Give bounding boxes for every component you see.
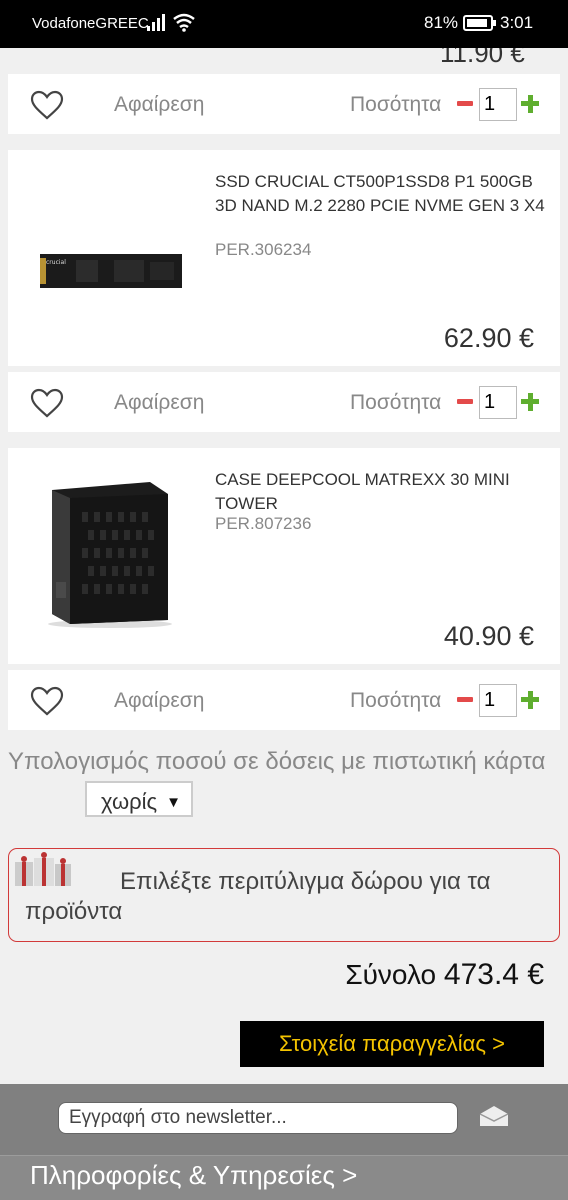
product-title[interactable]: CASE DEEPCOOL MATREXX 30 MINI TOWER bbox=[215, 468, 555, 516]
quantity-input[interactable] bbox=[479, 386, 517, 419]
remove-button[interactable]: Αφαίρεση bbox=[114, 391, 204, 415]
cart-item-actions: Αφαίρεση Ποσότητα bbox=[8, 670, 560, 730]
remove-button[interactable]: Αφαίρεση bbox=[114, 689, 204, 713]
plus-icon[interactable] bbox=[521, 691, 539, 709]
info-services-label: Πληροφορίες & Υπηρεσίες > bbox=[30, 1160, 358, 1190]
product-card-clipped bbox=[8, 48, 560, 72]
minus-icon[interactable] bbox=[457, 399, 473, 404]
clock: 3:01 bbox=[500, 13, 534, 32]
installments-section: Υπολογισμός ποσού σε δόσεις με πιστωτική… bbox=[8, 745, 548, 817]
installments-label: Υπολογισμός ποσού σε δόσεις με πιστωτική… bbox=[8, 748, 546, 775]
quantity-input[interactable] bbox=[479, 88, 517, 121]
plus-icon[interactable] bbox=[521, 393, 539, 411]
gift-wrap-label: Επιλέξτε περιτύλιγμα δώρου για τα προϊόν… bbox=[25, 868, 491, 925]
plus-icon[interactable] bbox=[521, 95, 539, 113]
signal-icon bbox=[147, 14, 165, 31]
envelope-icon[interactable] bbox=[478, 1104, 510, 1128]
minus-icon[interactable] bbox=[457, 697, 473, 702]
heart-icon[interactable] bbox=[30, 90, 64, 120]
product-card[interactable]: CASE DEEPCOOL MATREXX 30 MINI TOWER PER.… bbox=[8, 448, 560, 664]
product-price: 40.90 € bbox=[443, 621, 534, 651]
product-card[interactable]: crucial SSD CRUCIAL CT500P1SSD8 P1 500GB… bbox=[8, 150, 560, 366]
cart-item-actions: Αφαίρεση Ποσότητα bbox=[8, 74, 560, 134]
info-services-link[interactable]: Πληροφορίες & Υπηρεσίες > bbox=[0, 1155, 568, 1200]
gift-wrap-option[interactable]: Επιλέξτε περιτύλιγμα δώρου για τα προϊόν… bbox=[8, 848, 560, 942]
minus-icon[interactable] bbox=[457, 101, 473, 106]
quantity-label: Ποσότητα bbox=[350, 391, 442, 414]
svg-text:crucial: crucial bbox=[46, 259, 66, 266]
remove-button[interactable]: Αφαίρεση bbox=[114, 93, 204, 117]
total-value: 473.4 € bbox=[443, 958, 544, 991]
newsletter-input[interactable] bbox=[58, 1102, 458, 1134]
installments-select[interactable]: χωρίς ▼ bbox=[85, 781, 193, 817]
quantity-label: Ποσότητα bbox=[350, 689, 442, 712]
battery-icon bbox=[463, 15, 496, 31]
battery-percentage: 81% bbox=[424, 13, 459, 32]
status-bar: VodafoneGREEC 81% 3:01 bbox=[0, 0, 568, 48]
quantity-label: Ποσότητα bbox=[350, 93, 442, 116]
carrier-name: VodafoneGREEC bbox=[32, 15, 149, 32]
dropdown-arrow-icon: ▼ bbox=[166, 794, 181, 811]
total-label: Σύνολο bbox=[345, 959, 437, 990]
product-code: PER.306234 bbox=[215, 240, 312, 259]
product-title[interactable]: SSD CRUCIAL CT500P1SSD8 P1 500GB 3D NAND… bbox=[215, 170, 555, 218]
heart-icon[interactable] bbox=[30, 686, 64, 716]
footer: Πληροφορίες & Υπηρεσίες > bbox=[0, 1084, 568, 1200]
order-details-button[interactable]: Στοιχεία παραγγελίας > bbox=[240, 1021, 544, 1067]
product-image: crucial bbox=[40, 254, 182, 288]
product-price: 62.90 € bbox=[443, 323, 534, 353]
wifi-icon bbox=[173, 13, 195, 32]
quantity-input[interactable] bbox=[479, 684, 517, 717]
cart-item-actions: Αφαίρεση Ποσότητα bbox=[8, 372, 560, 432]
product-image bbox=[48, 482, 172, 628]
product-code: PER.807236 bbox=[215, 514, 312, 533]
cart-total: Σύνολο 473.4 € bbox=[345, 958, 544, 992]
installments-selected-value: χωρίς bbox=[101, 789, 158, 814]
heart-icon[interactable] bbox=[30, 388, 64, 418]
